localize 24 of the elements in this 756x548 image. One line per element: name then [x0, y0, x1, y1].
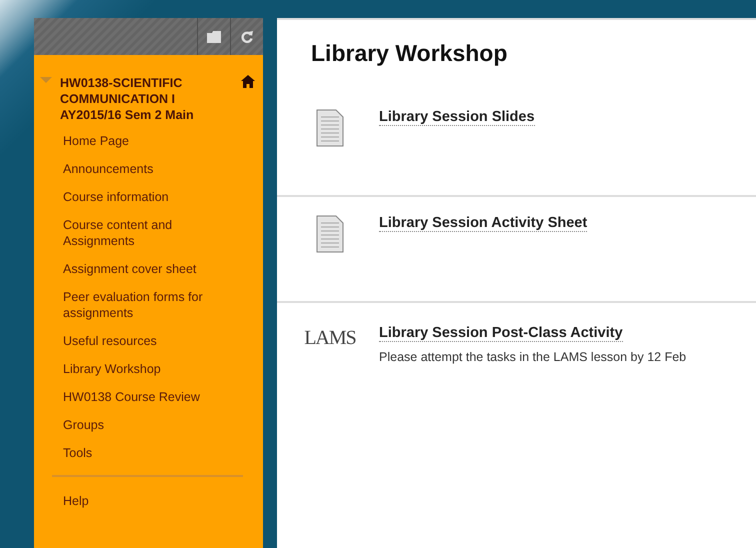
menu-link[interactable]: HW0138 Course Review: [34, 383, 263, 411]
menu-link[interactable]: Help: [34, 487, 263, 515]
refresh-icon: [241, 30, 253, 42]
menu-link[interactable]: Tools: [34, 439, 263, 467]
folder-icon: [207, 30, 221, 42]
menu-link[interactable]: Course information: [34, 183, 263, 211]
menu-link[interactable]: Library Workshop: [34, 355, 263, 383]
course-title: HW0138-SCIENTIFIC COMMUNICATION I AY2015/16 Sem 2 Main: [60, 75, 195, 123]
menu-link[interactable]: Peer evaluation forms for assignments: [34, 283, 263, 327]
lams-logo: LAMS: [304, 327, 356, 351]
menu-link[interactable]: Assignment cover sheet: [34, 255, 263, 283]
item-description: Please attempt the tasks in the LAMS lesson by 12 Feb: [379, 350, 686, 364]
menu-link[interactable]: Home Page: [34, 127, 263, 155]
home-icon[interactable]: [241, 75, 255, 88]
document-icon: [316, 215, 344, 253]
menu-link[interactable]: Groups: [34, 411, 263, 439]
item-link[interactable]: Library Session Slides: [379, 109, 535, 126]
item-link[interactable]: Library Session Activity Sheet: [379, 215, 588, 232]
page-title: Library Workshop: [311, 40, 508, 67]
item-link[interactable]: Library Session Post-Class Activity: [379, 325, 623, 342]
menu-link[interactable]: Course content and Assignments: [34, 211, 263, 255]
document-icon: [316, 109, 344, 147]
menu-link[interactable]: Announcements: [34, 155, 263, 183]
menu-link[interactable]: Useful resources: [34, 327, 263, 355]
